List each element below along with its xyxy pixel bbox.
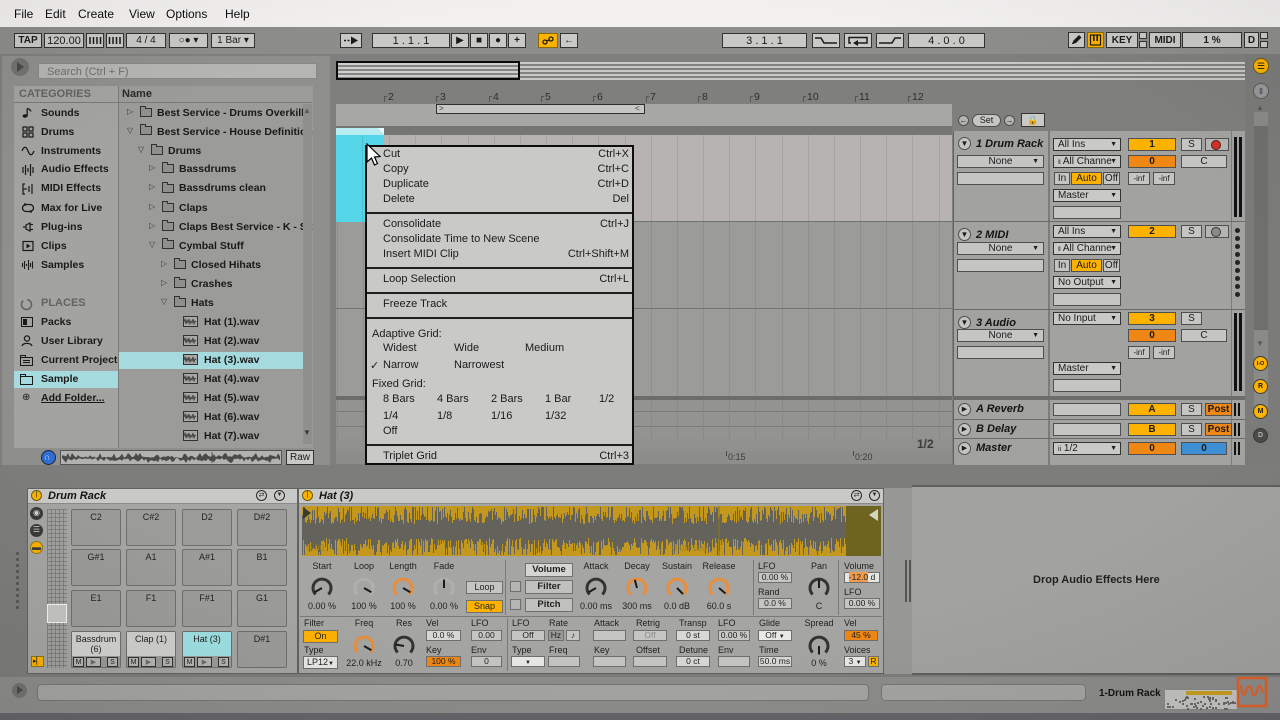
svg-text:0:00:100: 0:00:100 (672, 543, 707, 553)
svg-text:0.00: 0.00 (307, 543, 325, 553)
